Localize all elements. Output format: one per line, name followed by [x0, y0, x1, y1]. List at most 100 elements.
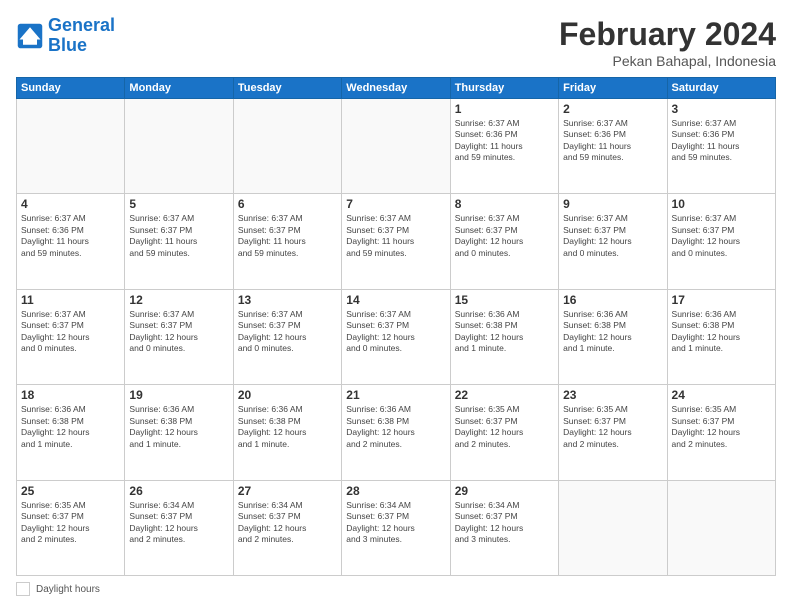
day-info: Sunrise: 6:37 AM Sunset: 6:37 PM Dayligh…	[672, 213, 771, 259]
day-number: 17	[672, 293, 771, 307]
day-info: Sunrise: 6:37 AM Sunset: 6:36 PM Dayligh…	[455, 118, 554, 164]
day-number: 25	[21, 484, 120, 498]
day-info: Sunrise: 6:36 AM Sunset: 6:38 PM Dayligh…	[346, 404, 445, 450]
calendar-cell: 23 Sunrise: 6:35 AM Sunset: 6:37 PM Dayli…	[559, 385, 667, 480]
calendar-cell: 2 Sunrise: 6:37 AM Sunset: 6:36 PM Daylig…	[559, 99, 667, 194]
calendar-cell: 14 Sunrise: 6:37 AM Sunset: 6:37 PM Dayli…	[342, 289, 450, 384]
logo-line2: Blue	[48, 35, 87, 55]
col-header-wednesday: Wednesday	[342, 78, 450, 99]
calendar-cell: 11 Sunrise: 6:37 AM Sunset: 6:37 PM Dayli…	[17, 289, 125, 384]
day-info: Sunrise: 6:34 AM Sunset: 6:37 PM Dayligh…	[129, 500, 228, 546]
calendar-cell: 24 Sunrise: 6:35 AM Sunset: 6:37 PM Dayli…	[667, 385, 775, 480]
day-number: 24	[672, 388, 771, 402]
day-info: Sunrise: 6:35 AM Sunset: 6:37 PM Dayligh…	[455, 404, 554, 450]
day-number: 7	[346, 197, 445, 211]
col-header-saturday: Saturday	[667, 78, 775, 99]
calendar-cell: 6 Sunrise: 6:37 AM Sunset: 6:37 PM Daylig…	[233, 194, 341, 289]
day-info: Sunrise: 6:37 AM Sunset: 6:37 PM Dayligh…	[129, 309, 228, 355]
calendar-cell: 3Sunrise: 6:37 AM Sunset: 6:36 PM Daylig…	[667, 99, 775, 194]
day-number: 21	[346, 388, 445, 402]
day-number: 18	[21, 388, 120, 402]
day-number: 28	[346, 484, 445, 498]
calendar-cell: 29Sunrise: 6:34 AM Sunset: 6:37 PM Dayli…	[450, 480, 558, 575]
calendar-week-4: 18 Sunrise: 6:36 AM Sunset: 6:38 PM Dayli…	[17, 385, 776, 480]
calendar-cell: 25Sunrise: 6:35 AM Sunset: 6:37 PM Dayli…	[17, 480, 125, 575]
calendar-cell: 28Sunrise: 6:34 AM Sunset: 6:37 PM Dayli…	[342, 480, 450, 575]
calendar-header-row: SundayMondayTuesdayWednesdayThursdayFrid…	[17, 78, 776, 99]
day-info: Sunrise: 6:37 AM Sunset: 6:37 PM Dayligh…	[346, 213, 445, 259]
day-info: Sunrise: 6:37 AM Sunset: 6:37 PM Dayligh…	[238, 213, 337, 259]
day-number: 2	[563, 102, 662, 116]
calendar-week-2: 4Sunrise: 6:37 AM Sunset: 6:36 PM Daylig…	[17, 194, 776, 289]
calendar-cell: 1 Sunrise: 6:37 AM Sunset: 6:36 PM Daylig…	[450, 99, 558, 194]
calendar-cell	[342, 99, 450, 194]
day-number: 6	[238, 197, 337, 211]
day-number: 22	[455, 388, 554, 402]
day-info: Sunrise: 6:37 AM Sunset: 6:37 PM Dayligh…	[21, 309, 120, 355]
day-info: Sunrise: 6:35 AM Sunset: 6:37 PM Dayligh…	[563, 404, 662, 450]
day-number: 16	[563, 293, 662, 307]
calendar-table: SundayMondayTuesdayWednesdayThursdayFrid…	[16, 77, 776, 576]
calendar-cell: 13 Sunrise: 6:37 AM Sunset: 6:37 PM Dayli…	[233, 289, 341, 384]
day-info: Sunrise: 6:34 AM Sunset: 6:37 PM Dayligh…	[455, 500, 554, 546]
day-number: 26	[129, 484, 228, 498]
day-number: 13	[238, 293, 337, 307]
calendar-week-1: 1 Sunrise: 6:37 AM Sunset: 6:36 PM Daylig…	[17, 99, 776, 194]
calendar-cell: 15 Sunrise: 6:36 AM Sunset: 6:38 PM Dayli…	[450, 289, 558, 384]
day-number: 10	[672, 197, 771, 211]
calendar-week-3: 11 Sunrise: 6:37 AM Sunset: 6:37 PM Dayli…	[17, 289, 776, 384]
day-info: Sunrise: 6:36 AM Sunset: 6:38 PM Dayligh…	[129, 404, 228, 450]
calendar-cell	[559, 480, 667, 575]
day-number: 23	[563, 388, 662, 402]
day-info: Sunrise: 6:37 AM Sunset: 6:36 PM Dayligh…	[563, 118, 662, 164]
month-title: February 2024	[559, 16, 776, 53]
logo-line1: General	[48, 15, 115, 35]
calendar-cell	[667, 480, 775, 575]
day-number: 11	[21, 293, 120, 307]
header: General Blue February 2024 Pekan Bahapal…	[16, 16, 776, 69]
calendar-cell: 22 Sunrise: 6:35 AM Sunset: 6:37 PM Dayli…	[450, 385, 558, 480]
day-info: Sunrise: 6:36 AM Sunset: 6:38 PM Dayligh…	[238, 404, 337, 450]
calendar-cell: 10 Sunrise: 6:37 AM Sunset: 6:37 PM Dayli…	[667, 194, 775, 289]
calendar-cell	[17, 99, 125, 194]
col-header-sunday: Sunday	[17, 78, 125, 99]
day-info: Sunrise: 6:37 AM Sunset: 6:37 PM Dayligh…	[346, 309, 445, 355]
day-number: 1	[455, 102, 554, 116]
calendar-cell: 5Sunrise: 6:37 AM Sunset: 6:37 PM Daylig…	[125, 194, 233, 289]
calendar-cell: 8 Sunrise: 6:37 AM Sunset: 6:37 PM Daylig…	[450, 194, 558, 289]
day-info: Sunrise: 6:37 AM Sunset: 6:37 PM Dayligh…	[238, 309, 337, 355]
calendar-cell: 26 Sunrise: 6:34 AM Sunset: 6:37 PM Dayli…	[125, 480, 233, 575]
location-title: Pekan Bahapal, Indonesia	[559, 53, 776, 69]
day-info: Sunrise: 6:36 AM Sunset: 6:38 PM Dayligh…	[563, 309, 662, 355]
calendar-cell	[125, 99, 233, 194]
day-info: Sunrise: 6:36 AM Sunset: 6:38 PM Dayligh…	[672, 309, 771, 355]
logo-text: General Blue	[48, 16, 115, 56]
day-info: Sunrise: 6:37 AM Sunset: 6:36 PM Dayligh…	[672, 118, 771, 164]
day-number: 5	[129, 197, 228, 211]
calendar-cell: 7 Sunrise: 6:37 AM Sunset: 6:37 PM Daylig…	[342, 194, 450, 289]
footer-note: Daylight hours	[16, 582, 776, 596]
day-info: Sunrise: 6:37 AM Sunset: 6:37 PM Dayligh…	[455, 213, 554, 259]
day-info: Sunrise: 6:37 AM Sunset: 6:37 PM Dayligh…	[563, 213, 662, 259]
col-header-thursday: Thursday	[450, 78, 558, 99]
page: General Blue February 2024 Pekan Bahapal…	[0, 0, 792, 612]
title-block: February 2024 Pekan Bahapal, Indonesia	[559, 16, 776, 69]
day-info: Sunrise: 6:34 AM Sunset: 6:37 PM Dayligh…	[238, 500, 337, 546]
calendar-cell: 9 Sunrise: 6:37 AM Sunset: 6:37 PM Daylig…	[559, 194, 667, 289]
col-header-friday: Friday	[559, 78, 667, 99]
calendar-cell: 21 Sunrise: 6:36 AM Sunset: 6:38 PM Dayli…	[342, 385, 450, 480]
col-header-tuesday: Tuesday	[233, 78, 341, 99]
day-info: Sunrise: 6:35 AM Sunset: 6:37 PM Dayligh…	[672, 404, 771, 450]
calendar-cell: 20 Sunrise: 6:36 AM Sunset: 6:38 PM Dayli…	[233, 385, 341, 480]
day-number: 9	[563, 197, 662, 211]
calendar-cell: 16 Sunrise: 6:36 AM Sunset: 6:38 PM Dayli…	[559, 289, 667, 384]
day-info: Sunrise: 6:36 AM Sunset: 6:38 PM Dayligh…	[455, 309, 554, 355]
logo: General Blue	[16, 16, 115, 56]
day-number: 8	[455, 197, 554, 211]
calendar-cell: 19Sunrise: 6:36 AM Sunset: 6:38 PM Dayli…	[125, 385, 233, 480]
day-number: 20	[238, 388, 337, 402]
calendar-cell: 27Sunrise: 6:34 AM Sunset: 6:37 PM Dayli…	[233, 480, 341, 575]
day-number: 14	[346, 293, 445, 307]
day-number: 12	[129, 293, 228, 307]
day-number: 15	[455, 293, 554, 307]
